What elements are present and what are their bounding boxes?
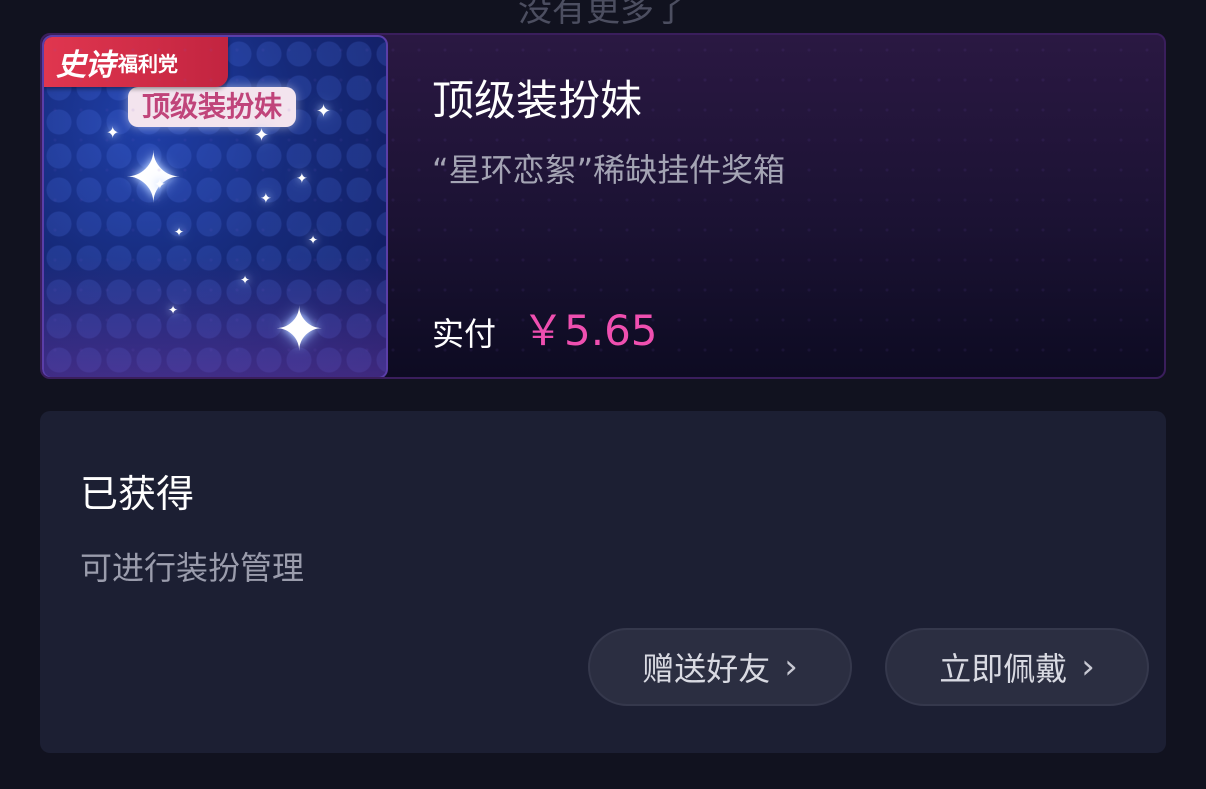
thumbnail-glow xyxy=(44,257,386,377)
chevron-right-icon: › xyxy=(1081,647,1095,687)
obtained-card: 已获得 可进行装扮管理 赠送好友 › 立即佩戴 › xyxy=(40,411,1166,753)
sparkle-icon: ✦ xyxy=(308,233,319,247)
price-row: 实付 ￥5.65 xyxy=(432,297,658,358)
product-subtitle: “星环恋絮”稀缺挂件奖箱 xyxy=(432,151,786,189)
no-more-hint: 没有更多了 xyxy=(518,0,688,30)
sparkle-icon: ✦ xyxy=(168,303,179,317)
obtained-title: 已获得 xyxy=(80,472,195,516)
obtained-description: 可进行装扮管理 xyxy=(80,549,305,587)
gift-friend-button[interactable]: 赠送好友 › xyxy=(588,628,852,706)
epic-welfare-badge: 史诗 福利党 xyxy=(44,37,228,87)
product-title: 顶级装扮妹 xyxy=(432,76,643,125)
price-label: 实付 xyxy=(432,315,497,353)
wear-now-label: 立即佩戴 xyxy=(939,650,1068,688)
sparkle-icon: ✦ xyxy=(106,123,120,142)
chevron-right-icon: › xyxy=(784,647,798,687)
product-card[interactable]: 顶级装扮妹 ✦ ✦ ✦ ✦ ✦ ✦ ✦ ✦ ✦ ✦ ✦ ✦ 史诗 福利党 顶级装… xyxy=(40,33,1166,379)
sparkle-icon: ✦ xyxy=(260,191,272,207)
sparkle-icon: ✦ xyxy=(254,125,270,146)
wear-now-button[interactable]: 立即佩戴 › xyxy=(885,628,1149,706)
sparkle-icon: ✦ xyxy=(240,273,251,287)
sparkle-icon: ✦ xyxy=(296,171,308,187)
badge-sub-text: 福利党 xyxy=(118,51,178,76)
sparkle-icon: ✦ xyxy=(274,295,325,365)
product-thumbnail: 顶级装扮妹 ✦ ✦ ✦ ✦ ✦ ✦ ✦ ✦ ✦ ✦ ✦ ✦ 史诗 福利党 xyxy=(42,35,388,377)
thumbnail-label: 顶级装扮妹 xyxy=(128,87,297,127)
sparkle-icon: ✦ xyxy=(174,225,185,239)
gift-friend-label: 赠送好友 xyxy=(642,650,771,688)
price-value: ￥5.65 xyxy=(522,306,658,355)
badge-main-text: 史诗 xyxy=(56,48,115,83)
sparkle-icon: ✦ xyxy=(316,101,332,122)
product-info: 顶级装扮妹 “星环恋絮”稀缺挂件奖箱 实付 ￥5.65 xyxy=(432,35,1164,377)
sparkle-icon: ✦ xyxy=(154,177,166,193)
